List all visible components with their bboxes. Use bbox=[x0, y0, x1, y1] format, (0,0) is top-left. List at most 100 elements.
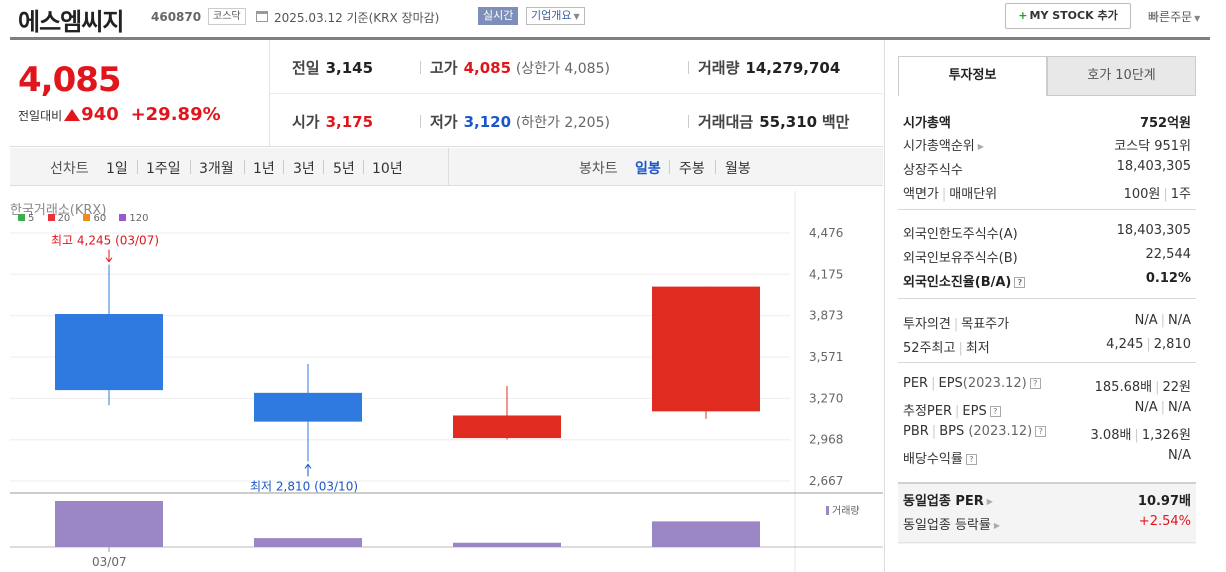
est-per-value: N/A | N/A bbox=[1135, 400, 1191, 415]
shares-value: 18,403,305 bbox=[1116, 159, 1191, 174]
range-5year[interactable]: 5년 bbox=[333, 158, 355, 178]
up-arrow-icon bbox=[64, 109, 81, 121]
help-icon[interactable]: ? bbox=[1035, 426, 1047, 437]
chart-canvas[interactable]: 4,476 4,175 3,873 3,571 3,270 2,968 2,667 03/07… bbox=[10, 186, 883, 572]
par-value: 100원 | 1주 bbox=[1124, 183, 1191, 202]
foreign-rate-label: 외국인소진율(B/A)? bbox=[903, 271, 1026, 290]
summary-row-divider bbox=[270, 93, 883, 94]
opinion-row: 투자의견 | 목표주가 N/A | N/A bbox=[903, 310, 1191, 332]
y-tick-label: 2,667 bbox=[809, 474, 843, 488]
dividend-label: 배당수익률? bbox=[903, 448, 977, 467]
week52-low-text: 최저 bbox=[965, 341, 990, 356]
tab-investment-info[interactable]: 투자정보 bbox=[898, 56, 1047, 96]
range-1year[interactable]: 1년 bbox=[253, 158, 275, 178]
trade-amount: 거래대금 55,310 백만 bbox=[698, 111, 849, 132]
y-tick-label: 4,175 bbox=[809, 267, 843, 281]
separator: | bbox=[955, 404, 960, 419]
market-cap-row: 시가총액 752억원 bbox=[903, 109, 1191, 131]
par-label: 액면가 | 매매단위 bbox=[903, 183, 997, 202]
week52-label: 52주최고 | 최저 bbox=[903, 337, 990, 356]
pbr-row: PBR | BPS (2023.12)? 3.08배 | 1,326원 bbox=[903, 421, 1191, 443]
chart-toolbar: 선차트 1일 1주일 3개월 1년 3년 5년 10년 봉차트 일봉 주봉 월봉 bbox=[10, 148, 883, 186]
help-icon[interactable]: ? bbox=[989, 406, 1001, 417]
candle-monthly[interactable]: 월봉 bbox=[725, 158, 751, 178]
realtime-button[interactable]: 실시간 bbox=[478, 7, 519, 25]
volume-value: 14,279,704 bbox=[745, 59, 841, 77]
range-1day[interactable]: 1일 bbox=[106, 158, 128, 178]
candlestick-chart: 한국거래소(KRX) 5 20 60 120 4,476 4,175 3,873 3,… bbox=[10, 186, 883, 572]
foreign-rate-row: 외국인소진율(B/A)? 0.12% bbox=[903, 268, 1191, 290]
quick-order-dropdown[interactable]: 빠른주문 ▼ bbox=[1148, 8, 1200, 25]
help-icon[interactable]: ? bbox=[1014, 277, 1026, 288]
par-row: 액면가 | 매매단위 100원 | 1주 bbox=[903, 180, 1191, 202]
min-price-annotation: 최저 2,810 (03/10) bbox=[250, 479, 358, 493]
candle-daily[interactable]: 일봉 bbox=[635, 158, 661, 178]
tab-separator bbox=[137, 160, 138, 174]
foreign-hold-row: 외국인보유주식수(B) 22,544 bbox=[903, 244, 1191, 266]
candle-body bbox=[254, 392, 362, 422]
candle-body bbox=[652, 286, 760, 412]
help-icon[interactable]: ? bbox=[1029, 378, 1041, 389]
week52-high-amount: 4,245 bbox=[1106, 337, 1144, 352]
bps-text: BPS bbox=[939, 424, 965, 439]
separator: | bbox=[953, 317, 959, 332]
trade-unit-text: 매매단위 bbox=[949, 187, 998, 202]
upper-limit: (상한가 4,085) bbox=[515, 61, 610, 77]
range-3year[interactable]: 3년 bbox=[293, 158, 315, 178]
corp-overview-dropdown[interactable]: 기업개요 ▼ bbox=[526, 7, 585, 25]
y-tick-label: 3,571 bbox=[809, 350, 843, 364]
per-row: PER | EPS(2023.12)? 185.68배 | 22원 bbox=[903, 373, 1191, 395]
plus-icon: + bbox=[1018, 9, 1028, 22]
sector-per-row[interactable]: 동일업종 PER ▶ 10.97배 bbox=[903, 487, 1191, 509]
separator: | bbox=[931, 424, 937, 439]
current-price-box: 4,085 전일대비 940 +29.89% bbox=[10, 40, 270, 147]
sector-per-label: 동일업종 PER ▶ bbox=[903, 490, 993, 509]
x-tick-label: 03/07 bbox=[92, 555, 127, 569]
week52-value: 4,245 | 2,810 bbox=[1106, 337, 1191, 352]
prev-close-value: 3,145 bbox=[325, 59, 374, 77]
sector-per-value: 10.97배 bbox=[1137, 494, 1191, 509]
amount-unit: 백만 bbox=[821, 113, 850, 131]
separator: | bbox=[958, 341, 963, 356]
range-3month[interactable]: 3개월 bbox=[199, 158, 234, 178]
foreign-limit-value: 18,403,305 bbox=[1116, 223, 1191, 238]
dividend-text: 배당수익률 bbox=[903, 452, 963, 467]
volume-swatch bbox=[826, 506, 829, 515]
per-text: PER bbox=[903, 376, 929, 391]
help-icon[interactable]: ? bbox=[965, 454, 977, 465]
pbr-label: PBR | BPS (2023.12)? bbox=[903, 424, 1047, 439]
prev-close-label: 전일 bbox=[292, 59, 320, 77]
candle-chart-title: 봉차트 bbox=[579, 161, 618, 177]
group-divider bbox=[898, 542, 1196, 543]
info-tabs: 투자정보 호가 10단계 bbox=[898, 56, 1196, 96]
investment-info-panel: 투자정보 호가 10단계 시가총액 752억원 시가총액순위 ▶ 코스닥 951위… bbox=[884, 40, 1210, 572]
range-10year[interactable]: 10년 bbox=[372, 158, 403, 178]
market-cap-rank-row[interactable]: 시가총액순위 ▶ 코스닥 951위 bbox=[903, 132, 1191, 154]
range-1week[interactable]: 1주일 bbox=[146, 158, 181, 178]
sector-change-value: +2.54% bbox=[1138, 514, 1191, 529]
pbr-value: 3.08배 | 1,326원 bbox=[1091, 424, 1191, 443]
separator: | bbox=[1146, 337, 1151, 352]
add-mystock-button[interactable]: + MY STOCK 추가 bbox=[1005, 3, 1131, 29]
per-value: 185.68배 | 22원 bbox=[1095, 376, 1191, 395]
open-value: 3,175 bbox=[325, 113, 374, 131]
open-price: 시가 3,175 bbox=[292, 111, 373, 132]
chevron-right-icon: ▶ bbox=[977, 142, 984, 151]
opinion-label: 투자의견 | 목표주가 bbox=[903, 313, 1009, 332]
dividend-value: N/A bbox=[1168, 448, 1191, 463]
opinion-amount: N/A bbox=[1134, 313, 1158, 328]
target-amount: N/A bbox=[1168, 313, 1191, 328]
low-price: 저가 3,120 (하한가 2,205) bbox=[430, 111, 610, 132]
tab-order-book[interactable]: 호가 10단계 bbox=[1047, 56, 1196, 96]
shares-row: 상장주식수 18,403,305 bbox=[903, 156, 1191, 178]
par-amount: 100원 bbox=[1123, 187, 1161, 202]
stock-name: 에스엠씨지 bbox=[18, 8, 124, 36]
market-cap-rank-text: 시가총액순위 bbox=[903, 139, 975, 154]
candle-body bbox=[453, 415, 561, 439]
amount-value: 55,310 bbox=[759, 113, 818, 131]
candle-weekly[interactable]: 주봉 bbox=[679, 158, 705, 178]
est-per-text: 추정PER bbox=[903, 404, 953, 419]
eps-text: EPS bbox=[938, 376, 963, 391]
sector-change-row[interactable]: 동일업종 등락률 ▶ +2.54% bbox=[903, 511, 1191, 533]
volume-legend-label: 거래량 bbox=[832, 506, 860, 517]
